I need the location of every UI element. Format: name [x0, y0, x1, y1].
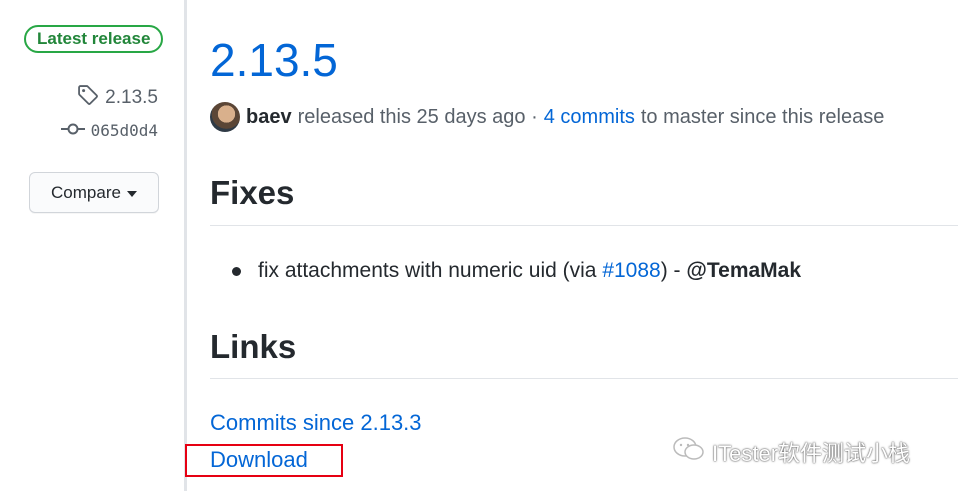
sidebar-divider: [184, 0, 187, 491]
list-item: fix attachments with numeric uid (via #1…: [232, 256, 801, 286]
fixes-divider: [210, 225, 958, 226]
latest-release-badge: Latest release: [24, 25, 164, 53]
links-divider: [210, 378, 958, 379]
fix-text: fix attachments with numeric uid (via: [258, 259, 597, 282]
commits-since-link[interactable]: Commits since 2.13.3: [210, 408, 422, 438]
tag-link[interactable]: 2.13.5: [77, 84, 158, 112]
release-title[interactable]: 2.13.5: [210, 30, 338, 90]
commit-link[interactable]: 065d0d4: [60, 121, 158, 140]
wechat-icon: [672, 436, 706, 468]
since-text: to master since this release: [640, 105, 885, 128]
watermark-text: ITester软件测试小栈: [712, 441, 911, 466]
author-link[interactable]: baev: [246, 106, 292, 129]
tag-name: 2.13.5: [105, 87, 158, 108]
released-text: released this 25 days ago ·: [297, 105, 538, 128]
git-commit-icon: [60, 121, 85, 140]
compare-label: Compare: [51, 182, 121, 202]
release-byline: baev released this 25 days ago · 4 commi…: [210, 102, 884, 132]
fixes-heading: Fixes: [210, 174, 295, 211]
highlight-box: [185, 444, 343, 477]
commits-link[interactable]: 4 commits: [544, 106, 635, 129]
pr-link[interactable]: #1088: [602, 256, 660, 286]
fix-after: ) -: [660, 259, 681, 282]
watermark: ITester软件测试小栈: [672, 436, 910, 468]
avatar[interactable]: [210, 102, 240, 132]
commit-sha: 065d0d4: [90, 121, 158, 140]
caret-down-icon: [126, 190, 137, 197]
bullet-icon: [232, 266, 241, 276]
user-mention[interactable]: @TemaMak: [686, 256, 801, 286]
compare-button[interactable]: Compare: [29, 172, 159, 213]
links-heading: Links: [210, 328, 297, 365]
tag-icon: [77, 84, 99, 112]
